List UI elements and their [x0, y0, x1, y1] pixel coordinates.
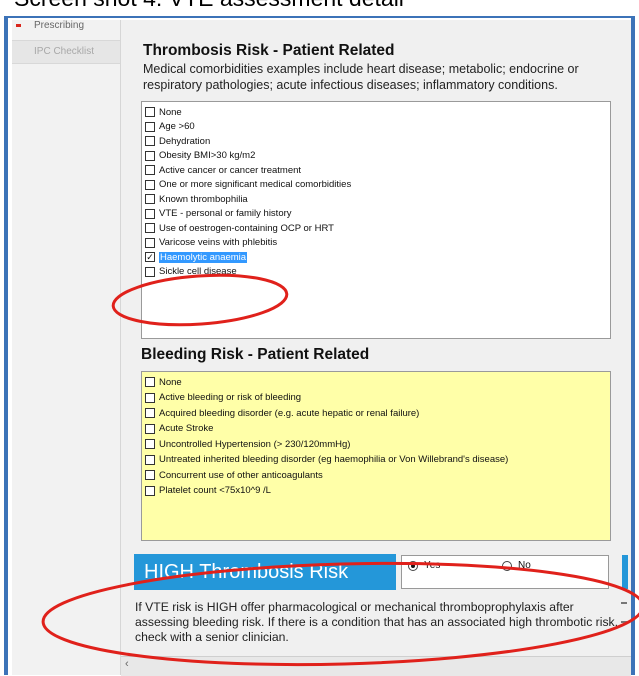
checkbox-icon[interactable]	[145, 194, 155, 204]
radio-no[interactable]: No	[502, 560, 531, 571]
checkbox-item[interactable]: Use of oestrogen-containing OCP or HRT	[145, 221, 334, 235]
risk-advice-text: If VTE risk is HIGH offer pharmacologica…	[135, 600, 619, 644]
checkbox-label: Known thrombophilia	[159, 193, 248, 205]
checkbox-label: Concurrent use of other anticoagulants	[159, 469, 323, 481]
checkbox-label: Obesity BMI>30 kg/m2	[159, 150, 256, 161]
checkbox-label: Age >60	[159, 121, 195, 132]
sidebar-item-label: Prescribing	[34, 20, 85, 31]
checkbox-icon[interactable]	[145, 150, 155, 161]
checkbox-label: Active cancer or cancer treatment	[159, 164, 302, 176]
sidebar-item-ipc-checklist[interactable]: IPC Checklist	[12, 40, 120, 64]
checkbox-icon[interactable]	[145, 121, 155, 132]
checkbox-icon[interactable]	[145, 454, 155, 465]
checkbox-label: Haemolytic anaemia	[159, 251, 248, 263]
radio-no-label: No	[518, 560, 531, 571]
bleeding-section-title: Bleeding Risk - Patient Related	[141, 346, 370, 363]
scroll-left-arrow-icon[interactable]: ‹	[125, 658, 129, 670]
checkbox-item[interactable]: Active bleeding or risk of bleeding	[145, 391, 301, 405]
bleeding-checklist: None Active bleeding or risk of bleeding…	[141, 371, 611, 541]
checkbox-label: Acute Stroke	[159, 423, 214, 434]
radio-yes-label: Yes	[424, 560, 441, 571]
checkbox-icon[interactable]	[145, 266, 155, 277]
checkbox-item[interactable]: Untreated inherited bleeding disorder (e…	[145, 453, 508, 467]
status-dot-icon	[16, 24, 21, 27]
thrombosis-description: Medical comorbidities examples include h…	[143, 62, 579, 92]
checkbox-item[interactable]: None	[145, 375, 182, 389]
checkbox-icon[interactable]	[145, 423, 155, 434]
checkbox-label: Platelet count <75x10^9 /L	[159, 485, 271, 496]
checkbox-item[interactable]: VTE - personal or family history	[145, 207, 292, 221]
checkbox-item[interactable]: Uncontrolled Hypertension (> 230/120mmHg…	[145, 437, 350, 451]
horizontal-scrollbar[interactable]: ‹	[121, 656, 631, 676]
checkbox-label: Uncontrolled Hypertension (> 230/120mmHg…	[159, 438, 351, 450]
radio-selected-icon[interactable]	[408, 560, 418, 571]
checkbox-item[interactable]: Known thrombophilia	[145, 192, 248, 206]
thrombosis-checklist: None Age >60 Dehydration Obesity BMI>30 …	[141, 101, 611, 339]
thrombosis-section-title: Thrombosis Risk - Patient Related	[143, 42, 395, 59]
checkbox-label: Dehydration	[159, 135, 211, 147]
checkbox-icon[interactable]	[145, 223, 155, 233]
accent-bar	[622, 555, 628, 589]
checkbox-label: None	[159, 376, 182, 388]
checkbox-item[interactable]: Active cancer or cancer treatment	[145, 163, 301, 177]
checkbox-label: None	[159, 106, 182, 118]
checkbox-item[interactable]: Age >60	[145, 120, 195, 134]
checkbox-icon[interactable]	[145, 179, 155, 190]
checkbox-item-checked[interactable]: ✓ Haemolytic anaemia	[145, 250, 248, 264]
checkbox-label: Acquired bleeding disorder (e.g. acute h…	[159, 407, 420, 419]
checkbox-icon[interactable]	[145, 470, 155, 480]
sidebar-item-label: IPC Checklist	[34, 46, 95, 57]
checkbox-checked-icon[interactable]: ✓	[145, 252, 155, 262]
checkbox-label: Use of oestrogen-containing OCP or HRT	[159, 222, 334, 234]
figure-caption: Screen shot 4: VTE assessment detail	[14, 0, 404, 12]
checkbox-item[interactable]: Acute Stroke	[145, 422, 213, 436]
sidebar: Prescribing IPC Checklist	[12, 20, 121, 675]
checkbox-item[interactable]: Concurrent use of other anticoagulants	[145, 468, 323, 482]
checkbox-icon[interactable]	[145, 107, 155, 117]
checkbox-icon[interactable]	[145, 237, 155, 248]
checkbox-icon[interactable]	[145, 165, 155, 175]
radio-unselected-icon[interactable]	[502, 560, 512, 571]
checkbox-label: Untreated inherited bleeding disorder (e…	[159, 454, 509, 465]
checkbox-icon[interactable]	[145, 208, 155, 219]
checkbox-item[interactable]: Varicose veins with phlebitis	[145, 236, 277, 250]
checkbox-item[interactable]: One or more significant medical comorbid…	[145, 178, 351, 192]
checkbox-icon[interactable]	[145, 377, 155, 387]
checkbox-item[interactable]: Platelet count <75x10^9 /L	[145, 484, 271, 498]
checkbox-item[interactable]: Obesity BMI>30 kg/m2	[145, 149, 255, 163]
sidebar-item-prescribing[interactable]: Prescribing	[12, 20, 120, 38]
checkbox-label: One or more significant medical comorbid…	[159, 179, 352, 190]
checkbox-item[interactable]: None	[145, 105, 182, 119]
checkbox-label: Active bleeding or risk of bleeding	[159, 392, 302, 403]
checkbox-icon[interactable]	[145, 439, 155, 449]
checkbox-label: VTE - personal or family history	[159, 208, 292, 219]
checkbox-icon[interactable]	[145, 136, 155, 146]
risk-radio-group: Yes No	[401, 555, 609, 589]
checkbox-item[interactable]: Sickle cell disease	[145, 265, 237, 279]
checkbox-icon[interactable]	[145, 485, 155, 496]
checkbox-item[interactable]: Acquired bleeding disorder (e.g. acute h…	[145, 406, 419, 420]
checkbox-label: Sickle cell disease	[159, 266, 237, 277]
checkbox-label: Varicose veins with phlebitis	[159, 237, 278, 248]
radio-yes[interactable]: Yes	[408, 560, 440, 571]
checkbox-item[interactable]: Dehydration	[145, 134, 210, 148]
checkbox-icon[interactable]	[145, 392, 155, 403]
risk-result-label: HIGH Thrombosis Risk	[134, 554, 396, 590]
checkbox-icon[interactable]	[145, 408, 155, 418]
